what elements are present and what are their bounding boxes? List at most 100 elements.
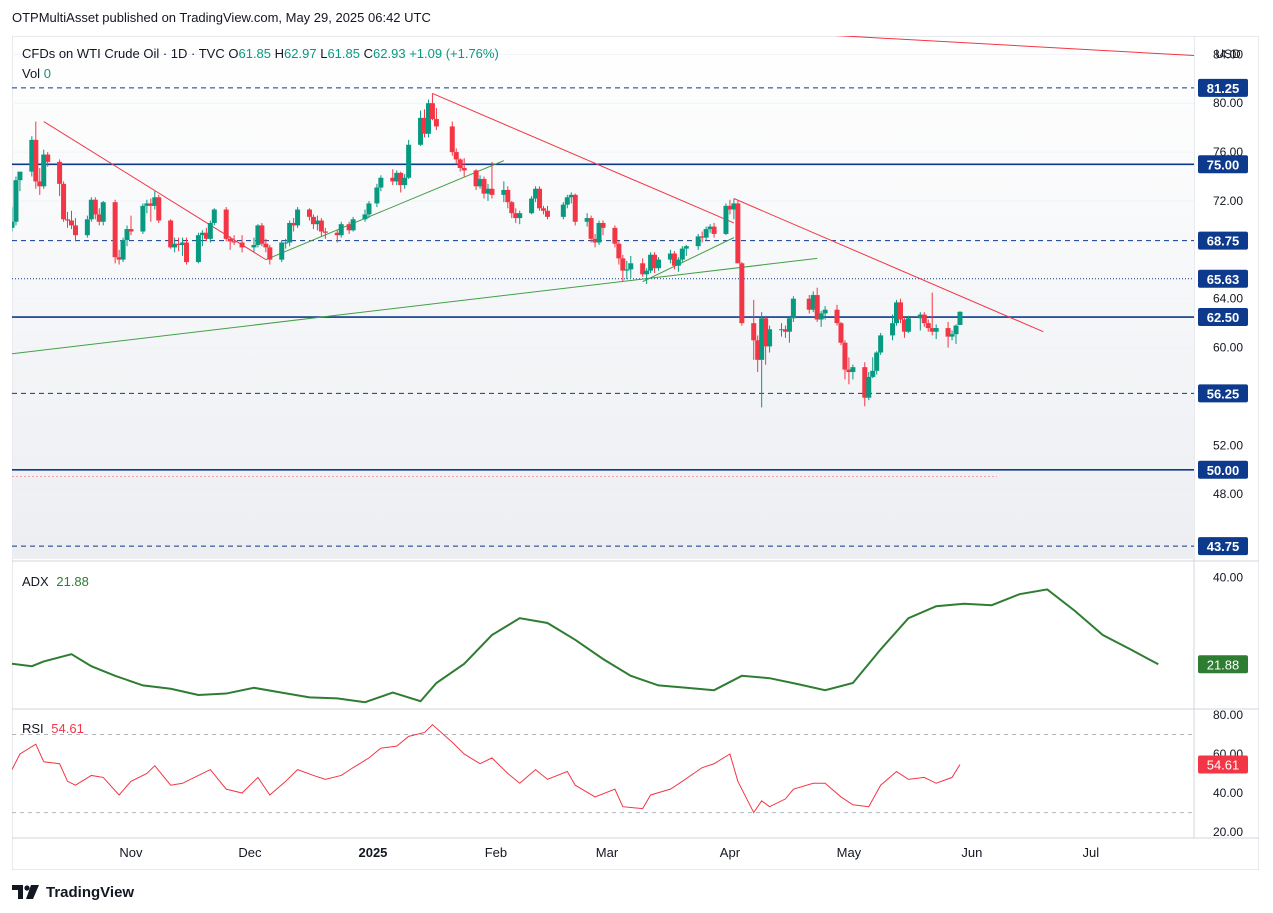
candle-body <box>100 202 106 222</box>
price-level-label: 81.25 <box>1207 81 1240 96</box>
candle-body <box>33 139 39 182</box>
candle-body <box>711 226 717 234</box>
candle-body <box>61 183 67 220</box>
candle-body <box>509 202 515 214</box>
price-tick-label: 48.00 <box>1213 487 1243 501</box>
candle-body <box>306 209 312 217</box>
candle-body <box>68 220 74 226</box>
price-tick-label: 52.00 <box>1213 438 1243 452</box>
candle-body <box>850 367 856 373</box>
candle-body <box>267 247 273 260</box>
price-pane-background <box>13 37 1194 559</box>
time-tick-label: Jun <box>961 845 982 860</box>
candle-body <box>890 323 896 336</box>
candle-body <box>65 219 71 221</box>
close-label: C <box>363 46 374 61</box>
symbol-title[interactable]: CFDs on WTI Crude Oil · 1D · TVC <box>22 46 225 61</box>
publisher-header: OTPMultiAsset published on TradingView.c… <box>12 10 431 25</box>
candle-body <box>366 203 372 215</box>
adx-tick-label: 40.00 <box>1213 570 1243 584</box>
rsi-tick-label: 80.00 <box>1213 708 1243 722</box>
candle-body <box>505 189 511 203</box>
rsi-label[interactable]: RSI <box>22 721 44 736</box>
candle-body <box>723 205 729 234</box>
candle-body <box>227 238 233 242</box>
candle-body <box>925 323 931 329</box>
adx-legend: ADX 21.88 <box>22 574 89 589</box>
candle-body <box>338 224 344 236</box>
candle-body <box>322 231 328 233</box>
candle-body <box>600 222 606 228</box>
candle-body <box>231 241 237 243</box>
candle-body <box>457 159 463 168</box>
change-value: +1.09 (+1.76%) <box>409 46 499 61</box>
candle-body <box>834 309 840 324</box>
candle-body <box>735 203 741 264</box>
candle-body <box>616 243 622 259</box>
candle-body <box>870 370 876 377</box>
candle-body <box>449 126 455 153</box>
candle-body <box>624 269 630 271</box>
candle-body <box>572 194 578 222</box>
rsi-legend: RSI 54.61 <box>22 721 84 736</box>
candle-body <box>628 263 634 270</box>
currency-label[interactable]: USD <box>1215 47 1241 61</box>
candle-body <box>767 329 773 347</box>
chart-canvas[interactable]: 84.0080.0076.0072.0064.0060.0052.0048.00… <box>12 36 1259 870</box>
candle-body <box>703 229 709 238</box>
candle-body <box>921 314 927 324</box>
candle-body <box>612 227 618 244</box>
candle-body <box>517 213 523 219</box>
candle-body <box>949 334 955 337</box>
candle-body <box>957 311 963 325</box>
candle-body <box>207 222 213 239</box>
price-tick-label: 80.00 <box>1213 96 1243 110</box>
candle-body <box>128 229 134 232</box>
time-tick-label: 2025 <box>358 845 387 860</box>
candle-body <box>279 242 285 260</box>
candle-body <box>564 197 570 205</box>
candle-body <box>406 144 412 178</box>
rsi-badge-label: 54.61 <box>1207 757 1240 772</box>
candle-body <box>878 335 884 353</box>
candle-body <box>362 214 368 220</box>
candle-body <box>57 161 63 184</box>
candle-body <box>818 313 824 320</box>
candle-body <box>402 177 408 186</box>
price-tick-label: 60.00 <box>1213 341 1243 355</box>
candle-body <box>620 258 626 271</box>
candle-body <box>112 202 118 258</box>
candle-body <box>12 221 15 228</box>
time-tick-label: Apr <box>720 845 741 860</box>
candle-body <box>283 242 289 244</box>
candle-body <box>17 171 23 181</box>
volume-label: Vol <box>22 66 41 81</box>
candle-body <box>489 188 495 195</box>
chart-area[interactable]: 84.00 80.00 76.00 72.00 64.00 60.00 52.00 48.00… <box>12 36 1259 870</box>
adx-label[interactable]: ADX <box>22 574 49 589</box>
rsi-tick-label: 20.00 <box>1213 825 1243 839</box>
candle-body <box>168 220 174 248</box>
adx-badge-label: 21.88 <box>1207 657 1240 672</box>
candle-body <box>790 298 796 319</box>
candle-body <box>644 270 650 275</box>
candle-body <box>675 259 681 266</box>
candle-body <box>92 199 98 215</box>
candle-body <box>656 259 662 269</box>
candle-body <box>195 235 201 263</box>
candle-body <box>84 219 90 236</box>
time-tick-label: May <box>837 845 862 860</box>
candle-body <box>751 323 757 341</box>
candle-body <box>156 197 162 221</box>
price-level-label: 68.75 <box>1207 234 1240 249</box>
candle-body <box>786 318 792 332</box>
candle-body <box>140 205 146 232</box>
price-level-label: 56.25 <box>1207 386 1240 401</box>
candle-body <box>842 342 848 370</box>
low-value: 61.85 <box>327 46 360 61</box>
candle-body <box>588 218 594 239</box>
footer-brand[interactable]: TradingView <box>12 881 134 903</box>
candle-body <box>695 236 701 247</box>
candle-body <box>541 208 547 211</box>
time-tick-label: Nov <box>119 845 143 860</box>
